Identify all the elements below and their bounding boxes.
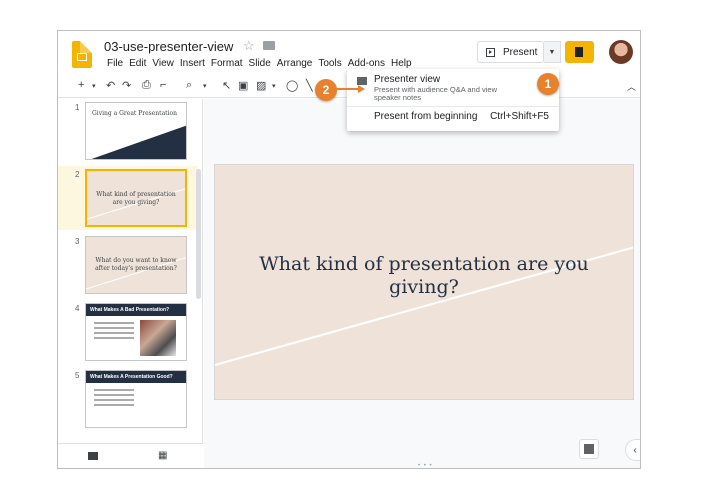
new-slide-chevron-icon[interactable]: ▾ bbox=[92, 82, 96, 90]
slide-preview: What kind of presentation are you giving… bbox=[85, 169, 187, 227]
menu-divider bbox=[347, 106, 559, 107]
slide-title: What Makes A Bad Presentation? bbox=[90, 307, 170, 313]
menu-item-description: Present with audience Q&A and view speak… bbox=[374, 85, 497, 102]
undo-icon[interactable]: ↶ bbox=[106, 79, 115, 92]
share-button[interactable] bbox=[565, 41, 594, 63]
folder-icon[interactable] bbox=[263, 41, 275, 50]
main-slide-title[interactable]: What kind of presentation are you giving… bbox=[235, 253, 613, 299]
image-icon[interactable]: ▨ bbox=[256, 79, 266, 92]
menu-item-title: Presenter view bbox=[374, 74, 441, 85]
main-slide[interactable]: What kind of presentation are you giving… bbox=[214, 164, 634, 400]
present-button[interactable]: Present bbox=[477, 41, 544, 63]
slide-photo bbox=[140, 320, 176, 356]
slide-number: 3 bbox=[75, 237, 80, 246]
filmstrip-view-icon[interactable] bbox=[88, 452, 98, 460]
slide-bullets bbox=[94, 322, 134, 342]
filmstrip: 1 Giving a Great Presentation 2 What kin… bbox=[58, 99, 203, 449]
zoom-chevron-icon[interactable]: ▾ bbox=[203, 82, 207, 90]
menu-bar: File Edit View Insert Format Slide Arran… bbox=[104, 58, 415, 69]
chevron-up-icon[interactable]: ︿ bbox=[627, 80, 636, 93]
slide-bullets bbox=[94, 389, 134, 409]
callout-arrow-icon bbox=[336, 85, 365, 93]
slide-thumbnail-3[interactable]: 3 What do you want to know after today's… bbox=[58, 233, 198, 297]
slide-number: 5 bbox=[75, 371, 80, 380]
slides-logo-icon[interactable] bbox=[72, 41, 92, 68]
select-cursor-icon[interactable]: ↖ bbox=[222, 79, 231, 92]
menu-item-title: Present from beginning bbox=[374, 111, 478, 122]
present-dropdown-menu: Presenter view Present with audience Q&A… bbox=[347, 69, 559, 131]
present-dropdown-chevron-icon[interactable]: ▼ bbox=[544, 41, 561, 63]
star-icon[interactable]: ☆ bbox=[243, 38, 255, 54]
menu-slide[interactable]: Slide bbox=[246, 58, 274, 69]
menu-view[interactable]: View bbox=[149, 58, 177, 69]
slide-canvas: What kind of presentation are you giving… bbox=[204, 99, 640, 468]
present-icon bbox=[486, 47, 495, 57]
keyboard-shortcut: Ctrl+Shift+F5 bbox=[490, 111, 549, 122]
menu-arrange[interactable]: Arrange bbox=[274, 58, 316, 69]
slide-title-band: What Makes A Bad Presentation? bbox=[86, 304, 186, 316]
slide-thumbnail-4[interactable]: 4 What Makes A Bad Presentation? bbox=[58, 300, 198, 364]
slide-thumbnail-5[interactable]: 5 What Makes A Presentation Good? bbox=[58, 367, 198, 431]
slide-text: What do you want to know after today's p… bbox=[95, 257, 177, 272]
line-icon[interactable]: ╲ bbox=[306, 79, 313, 92]
slide-decoration bbox=[91, 125, 186, 159]
slide-number: 1 bbox=[75, 103, 80, 112]
menu-help[interactable]: Help bbox=[388, 58, 415, 69]
slide-preview: Giving a Great Presentation bbox=[85, 102, 187, 160]
new-slide-plus-icon[interactable]: + bbox=[78, 79, 84, 91]
slides-app-window: 03-use-presenter-view ☆ File Edit View I… bbox=[57, 30, 641, 469]
filmstrip-scrollbar[interactable] bbox=[196, 169, 201, 299]
slide-title: What Makes A Presentation Good? bbox=[90, 374, 173, 380]
image-chevron-icon[interactable]: ▾ bbox=[272, 82, 276, 90]
menu-tools[interactable]: Tools bbox=[315, 58, 344, 69]
grid-view-icon[interactable]: ▦ bbox=[158, 450, 167, 461]
side-panel-chevron-left-icon[interactable]: ‹ bbox=[625, 439, 640, 461]
slide-number: 2 bbox=[75, 170, 80, 179]
view-toggle-bar: ▦ bbox=[58, 443, 203, 468]
slide-title-band: What Makes A Presentation Good? bbox=[86, 371, 186, 383]
textbox-icon[interactable]: ▣ bbox=[238, 79, 248, 92]
menu-edit[interactable]: Edit bbox=[126, 58, 149, 69]
callout-badge-2: 2 bbox=[315, 79, 337, 101]
menu-addons[interactable]: Add-ons bbox=[345, 58, 388, 69]
present-label: Present bbox=[503, 46, 538, 58]
menu-format[interactable]: Format bbox=[208, 58, 246, 69]
resize-handle[interactable]: • • • bbox=[418, 463, 433, 468]
slide-preview: What Makes A Bad Presentation? bbox=[85, 303, 187, 361]
speaker-notes-icon[interactable] bbox=[579, 439, 599, 459]
document-title[interactable]: 03-use-presenter-view bbox=[104, 39, 233, 54]
slide-preview: What do you want to know after today's p… bbox=[85, 236, 187, 294]
menu-file[interactable]: File bbox=[104, 58, 126, 69]
print-icon[interactable]: ⎙ bbox=[142, 79, 151, 92]
slide-thumbnail-1[interactable]: 1 Giving a Great Presentation bbox=[58, 99, 198, 163]
slide-thumbnail-2[interactable]: 2 What kind of presentation are you givi… bbox=[58, 166, 198, 230]
avatar[interactable] bbox=[609, 40, 633, 64]
slide-text: What kind of presentation are you giving… bbox=[96, 191, 176, 206]
paint-format-icon[interactable]: ⌐ bbox=[160, 79, 166, 91]
redo-icon[interactable]: ↷ bbox=[122, 79, 131, 92]
shape-icon[interactable]: ◯ bbox=[286, 79, 298, 92]
menu-insert[interactable]: Insert bbox=[177, 58, 208, 69]
callout-badge-1: 1 bbox=[537, 73, 559, 95]
zoom-icon[interactable]: ⌕ bbox=[186, 79, 192, 92]
slide-preview: What Makes A Presentation Good? bbox=[85, 370, 187, 428]
slide-number: 4 bbox=[75, 304, 80, 313]
